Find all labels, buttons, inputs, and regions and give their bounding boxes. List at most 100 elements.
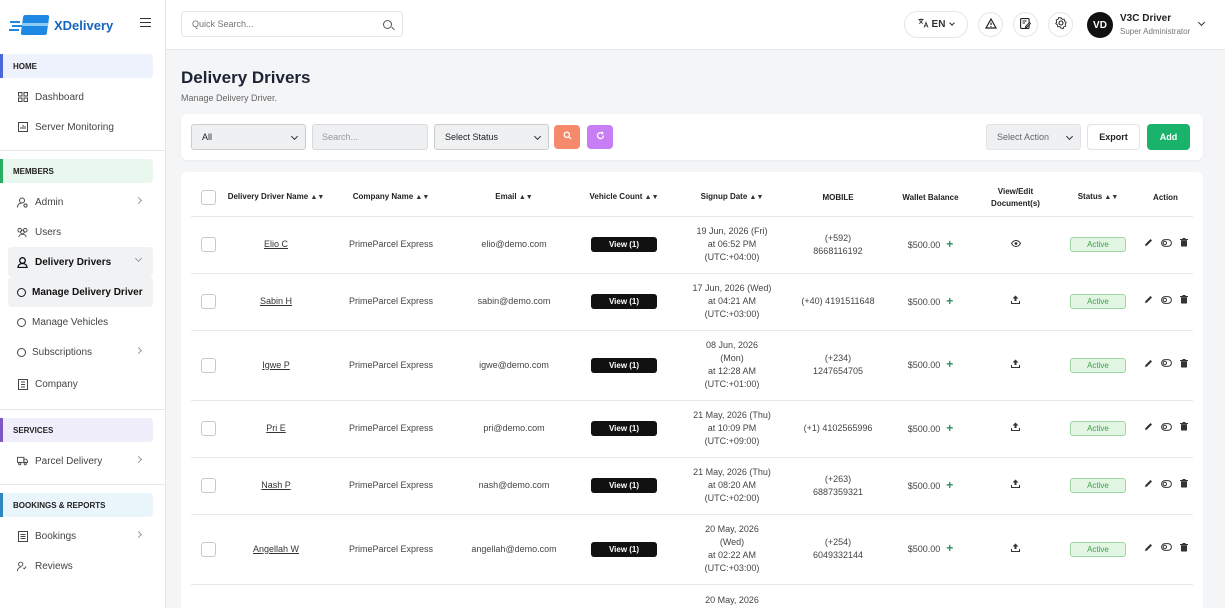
row-checkbox[interactable] (201, 237, 216, 252)
vehicle-cell: View (1) (572, 330, 676, 401)
notes-button[interactable] (1013, 12, 1038, 37)
settings-button[interactable] (1048, 12, 1073, 37)
view-vehicles-button[interactable]: View (1) (591, 421, 657, 436)
view-vehicles-button[interactable]: View (1) (591, 478, 657, 493)
status-select[interactable]: Select Status (434, 124, 549, 150)
upload-icon[interactable] (1010, 422, 1021, 433)
avatar[interactable]: VD (1087, 12, 1113, 38)
quick-search[interactable] (181, 11, 403, 37)
edit-icon[interactable] (1144, 422, 1153, 431)
sidebar-item-subscriptions[interactable]: Subscriptions (0, 337, 153, 367)
driver-name-link[interactable]: Pri E (266, 423, 286, 433)
driver-name-link[interactable]: Elio C (264, 239, 288, 249)
hamburger-icon[interactable] (140, 18, 151, 27)
add-balance-icon[interactable]: + (946, 357, 953, 371)
status-badge[interactable]: Active (1070, 478, 1126, 493)
bulk-action-select[interactable]: Select Action (986, 124, 1081, 150)
add-balance-icon[interactable]: + (946, 541, 953, 555)
search-icon[interactable] (383, 19, 392, 29)
add-balance-icon[interactable]: + (946, 421, 953, 435)
add-balance-icon[interactable]: + (946, 237, 953, 251)
sidebar-item-admin[interactable]: Admin (0, 187, 153, 217)
delete-icon[interactable] (1179, 238, 1188, 247)
select-all-checkbox[interactable] (201, 190, 216, 206)
sidebar-item-users[interactable]: Users (0, 217, 153, 247)
upload-icon[interactable] (1010, 359, 1021, 370)
driver-name-link[interactable]: Angellah W (253, 544, 299, 554)
sidebar-item-dashboard[interactable]: Dashboard (0, 82, 153, 112)
status-badge[interactable]: Active (1070, 294, 1126, 309)
sidebar-item-bookings[interactable]: Bookings (0, 521, 153, 551)
upload-icon[interactable] (1010, 479, 1021, 490)
sidebar-item-manage-vehicles[interactable]: Manage Vehicles (0, 307, 153, 337)
add-balance-icon[interactable]: + (946, 294, 953, 308)
sidebar-item-reviews[interactable]: Reviews (0, 551, 153, 581)
delete-icon[interactable] (1179, 542, 1188, 552)
col-signup-date[interactable]: Signup Date ▲▼ (676, 180, 788, 217)
add-balance-icon[interactable]: + (946, 478, 953, 492)
view-vehicles-button[interactable]: View (1) (591, 541, 657, 557)
edit-icon[interactable] (1144, 359, 1153, 368)
sidebar-item-delivery-drivers[interactable]: Delivery Drivers (8, 247, 153, 277)
scope-select[interactable]: All (191, 124, 306, 150)
edit-icon[interactable] (1144, 543, 1153, 552)
row-checkbox[interactable] (201, 294, 216, 309)
wallet-balance: $500.00 (907, 423, 941, 434)
view-vehicles-button[interactable]: View (1) (591, 294, 657, 309)
status-badge[interactable]: Active (1070, 541, 1126, 557)
chevron-down-icon (290, 132, 299, 141)
row-checkbox[interactable] (201, 478, 216, 493)
col-email[interactable]: Email ▲▼ (456, 180, 572, 217)
add-button[interactable]: Add (1147, 124, 1190, 150)
edit-icon[interactable] (1144, 238, 1153, 247)
delete-icon[interactable] (1179, 422, 1188, 431)
status-badge[interactable]: Active (1070, 237, 1126, 252)
quick-search-input[interactable] (192, 19, 383, 29)
driver-name-link[interactable]: Nash P (261, 480, 291, 490)
table-row: Angellah W PrimeParcel Express angellah@de… (191, 514, 1193, 585)
toggle-icon[interactable] (1160, 479, 1172, 488)
wallet-balance: $500.00 (907, 239, 941, 250)
delete-icon[interactable] (1179, 295, 1188, 304)
export-button[interactable]: Export (1087, 124, 1140, 150)
sidebar-item-manage-delivery-driver[interactable]: Manage Delivery Driver (8, 277, 153, 307)
sidebar-item-company[interactable]: Company (0, 367, 153, 401)
toggle-icon[interactable] (1160, 422, 1172, 431)
toggle-icon[interactable] (1160, 295, 1172, 304)
col-company-name[interactable]: Company Name ▲▼ (326, 180, 456, 217)
upload-icon[interactable] (1010, 295, 1021, 306)
row-checkbox[interactable] (201, 541, 216, 557)
col-vehicle-count[interactable]: Vehicle Count ▲▼ (572, 180, 676, 217)
sidebar-item-server-monitoring[interactable]: Server Monitoring (0, 112, 153, 142)
toggle-icon[interactable] (1160, 238, 1172, 247)
view-vehicles-button[interactable]: View (1) (591, 237, 657, 252)
toggle-icon[interactable] (1160, 359, 1172, 367)
eye-icon[interactable] (1010, 239, 1021, 249)
driver-name-cell: Angellah W (226, 514, 326, 585)
email-cell: angellah@demo.com (456, 514, 572, 585)
row-checkbox[interactable] (201, 357, 216, 373)
language-selector[interactable]: EN (904, 11, 968, 38)
delete-icon[interactable] (1179, 479, 1188, 488)
alert-button[interactable] (978, 12, 1003, 37)
edit-icon[interactable] (1144, 295, 1153, 304)
refresh-button[interactable] (587, 125, 613, 149)
edit-icon[interactable] (1144, 479, 1153, 488)
view-vehicles-button[interactable]: View (1) (591, 357, 657, 373)
delete-icon[interactable] (1179, 358, 1188, 368)
upload-icon[interactable] (1010, 543, 1021, 554)
col-driver-name[interactable]: Delivery Driver Name ▲▼ (226, 180, 326, 217)
row-checkbox[interactable] (201, 421, 216, 436)
sidebar-item-parcel-delivery[interactable]: Parcel Delivery (0, 446, 153, 476)
toggle-icon[interactable] (1160, 543, 1172, 551)
search-button[interactable] (554, 125, 580, 149)
search-input[interactable]: Search... (312, 124, 428, 150)
driver-name-link[interactable]: Igwe P (262, 360, 290, 370)
chevron-down-icon[interactable] (1197, 18, 1206, 27)
status-badge[interactable]: Active (1070, 421, 1126, 436)
user-name[interactable]: V3C Driver (1120, 13, 1171, 24)
status-cell: Active (1058, 216, 1138, 274)
col-status[interactable]: Status ▲▼ (1058, 180, 1138, 217)
driver-name-link[interactable]: Sabin H (260, 296, 292, 306)
status-badge[interactable]: Active (1070, 357, 1126, 373)
